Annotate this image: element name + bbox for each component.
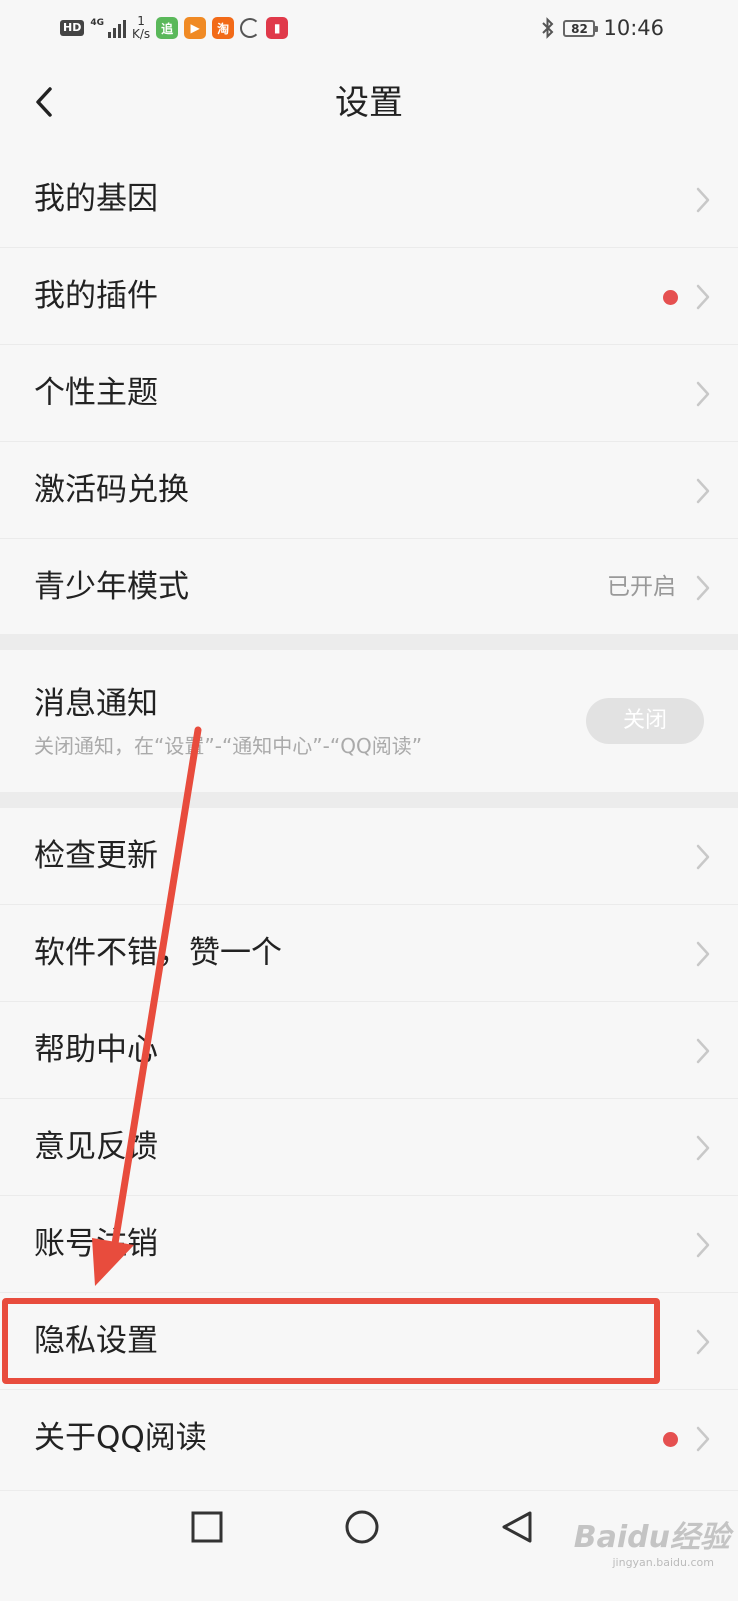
- clock: 10:46: [603, 16, 664, 40]
- book-app-icon: ▮: [266, 17, 289, 39]
- watermark-url: jingyan.baidu.com: [612, 1556, 714, 1569]
- section-divider: [0, 792, 738, 808]
- signal-icon: 4G: [90, 18, 126, 38]
- home-button[interactable]: [322, 1491, 402, 1601]
- chevron-right-icon: [696, 1232, 710, 1258]
- chevron-right-icon: [696, 381, 710, 407]
- notification-section: 消息通知 关闭通知，在“设置”-“通知中心”-“QQ阅读” 关闭: [0, 634, 738, 808]
- battery-level: 82: [571, 21, 588, 36]
- settings-row[interactable]: 关于QQ阅读: [0, 1390, 738, 1487]
- settings-row[interactable]: 激活码兑换: [0, 442, 738, 539]
- network-type: 4G: [90, 18, 104, 28]
- chevron-right-icon: [696, 844, 710, 870]
- hd-badge: HD: [60, 20, 85, 36]
- notification-title: 消息通知: [34, 686, 158, 722]
- row-label: 青少年模式: [34, 569, 189, 605]
- section-divider: [0, 634, 738, 650]
- settings-row[interactable]: 软件不错，赞一个: [0, 905, 738, 1002]
- row-label: 个性主题: [34, 375, 158, 411]
- chevron-right-icon: [696, 1038, 710, 1064]
- settings-row[interactable]: 我的插件: [0, 248, 738, 345]
- network-speed: 1 K/s: [132, 15, 150, 41]
- chevron-right-icon: [696, 1135, 710, 1161]
- bluetooth-icon: [542, 17, 554, 39]
- settings-row[interactable]: 账号注销: [0, 1196, 738, 1293]
- watermark-brand: Baidu经验: [573, 1520, 730, 1555]
- recents-button[interactable]: [166, 1491, 246, 1601]
- battery-icon: 82: [563, 19, 599, 37]
- settings-row[interactable]: 青少年模式 已开启: [0, 539, 738, 636]
- settings-row[interactable]: 检查更新: [0, 808, 738, 905]
- row-label: 我的插件: [34, 278, 158, 314]
- row-value: 已开启: [607, 574, 676, 600]
- page-title: 设置: [335, 83, 403, 123]
- chevron-right-icon: [696, 1329, 710, 1355]
- settings-row[interactable]: 意见反馈: [0, 1099, 738, 1196]
- settings-group-1: 我的基因我的插件个性主题激活码兑换青少年模式 已开启: [0, 151, 738, 636]
- row-label: 我的基因: [34, 181, 158, 217]
- notification-row: 消息通知 关闭通知，在“设置”-“通知中心”-“QQ阅读” 关闭: [0, 650, 738, 792]
- sync-icon: [240, 18, 261, 38]
- chevron-right-icon: [696, 941, 710, 967]
- row-label: 软件不错，赞一个: [34, 935, 282, 971]
- back-nav-button[interactable]: [478, 1491, 558, 1601]
- row-label: 账号注销: [34, 1226, 158, 1262]
- new-badge-dot: [663, 1432, 678, 1447]
- triangle-back-icon: [502, 1511, 532, 1543]
- chevron-right-icon: [696, 187, 710, 213]
- settings-row[interactable]: 我的基因: [0, 151, 738, 248]
- highlight-box: [2, 1298, 660, 1384]
- circle-icon: [345, 1510, 379, 1544]
- header: 设置: [0, 55, 738, 151]
- chevron-right-icon: [696, 284, 710, 310]
- taobao-app-icon: 淘: [212, 17, 235, 39]
- notification-toggle[interactable]: 关闭: [586, 698, 704, 744]
- row-label: 意见反馈: [34, 1129, 158, 1165]
- speed-value: 1: [137, 14, 145, 28]
- settings-row[interactable]: 帮助中心: [0, 1002, 738, 1099]
- row-label: 检查更新: [34, 838, 158, 874]
- settings-group-2: 检查更新 软件不错，赞一个 帮助中心 意见反馈 账号注销 隐私设置 关于QQ阅读: [0, 808, 738, 1487]
- chevron-right-icon: [696, 575, 710, 601]
- new-badge-dot: [663, 290, 678, 305]
- chevron-right-icon: [696, 478, 710, 504]
- status-left: HD 4G 1 K/s 追 ▶ 淘 ▮: [60, 10, 289, 46]
- notification-subtitle: 关闭通知，在“设置”-“通知中心”-“QQ阅读”: [34, 734, 423, 758]
- status-bar: HD 4G 1 K/s 追 ▶ 淘 ▮ 82 10:46: [0, 0, 738, 55]
- notification-app-icon: 追: [156, 17, 179, 39]
- settings-row[interactable]: 个性主题: [0, 345, 738, 442]
- row-label: 激活码兑换: [34, 472, 189, 508]
- video-app-icon: ▶: [184, 17, 207, 39]
- chevron-right-icon: [696, 1426, 710, 1452]
- row-label: 关于QQ阅读: [34, 1420, 207, 1456]
- status-right: 82 10:46: [541, 10, 664, 46]
- square-icon: [191, 1511, 223, 1543]
- speed-unit: K/s: [132, 27, 151, 41]
- row-label: 帮助中心: [34, 1032, 158, 1068]
